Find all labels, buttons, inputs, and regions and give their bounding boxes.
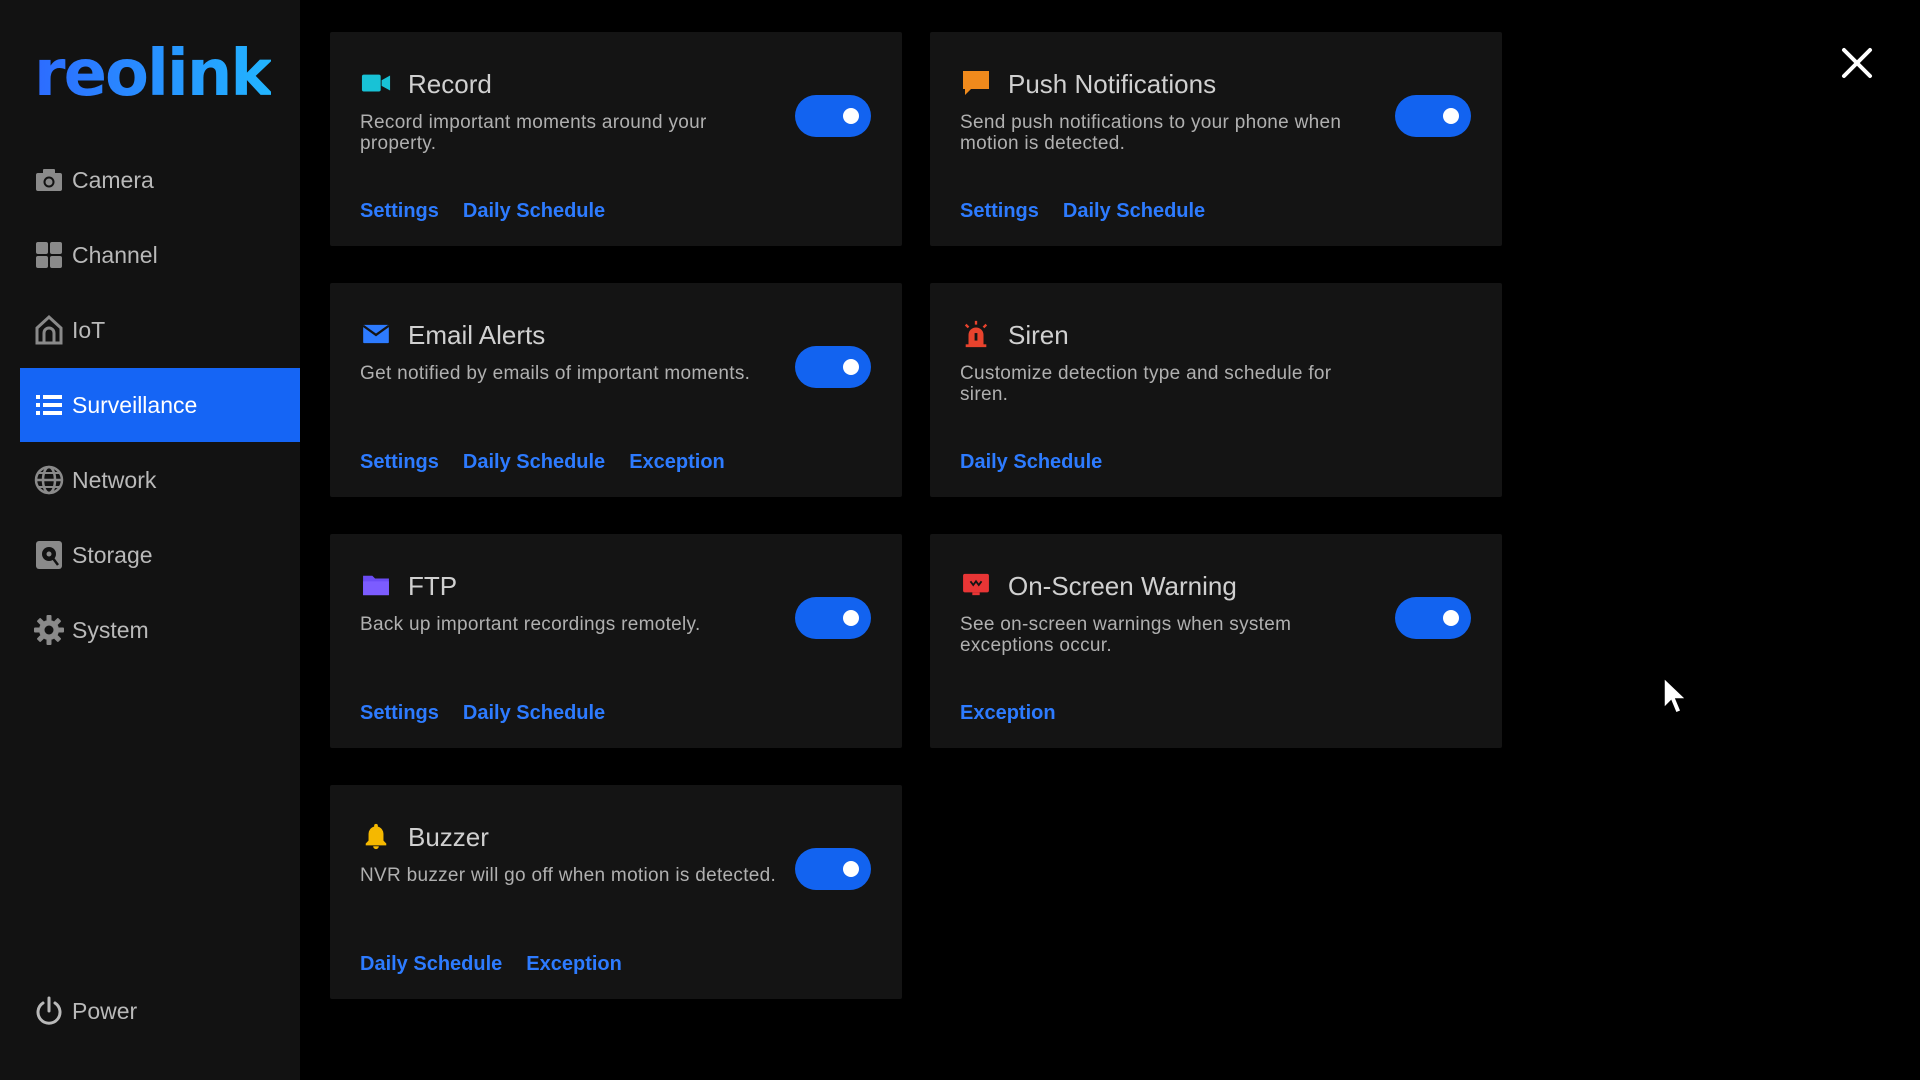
card-title: Siren [1008, 320, 1069, 350]
envelope-icon [361, 319, 391, 349]
sidebar-item-label: Storage [72, 541, 153, 568]
power-icon [32, 994, 66, 1028]
sidebar-item-system[interactable]: System [20, 593, 300, 667]
toggle-knob [843, 861, 859, 877]
storage-icon [32, 538, 66, 572]
card-title: FTP [408, 571, 458, 601]
settings-link[interactable]: Settings [360, 451, 439, 474]
card-description: Customize detection type and schedule fo… [960, 363, 1332, 405]
folder-icon [361, 570, 391, 600]
on-screen-warning-toggle[interactable] [1395, 597, 1471, 639]
card-links: Settings Daily Schedule Exception [360, 451, 725, 474]
sidebar-item-network[interactable]: Network [20, 443, 300, 517]
settings-link[interactable]: Settings [960, 200, 1039, 223]
card-title: Record [408, 69, 492, 99]
card-on-screen-warning: On-Screen Warning See on-screen warnings… [930, 534, 1502, 748]
card-links: Settings Daily Schedule [960, 200, 1205, 223]
power-label: Power [72, 997, 138, 1024]
card-ftp: FTP Back up important recordings remotel… [330, 534, 902, 748]
card-description: Get notified by emails of important mome… [360, 363, 751, 384]
card-buzzer: Buzzer NVR buzzer will go off when motio… [330, 785, 902, 999]
sidebar-nav: Camera Channel IoT Surveillance Network [20, 143, 300, 668]
sidebar-item-label: Channel [72, 241, 158, 268]
toggle-knob [843, 610, 859, 626]
sidebar: reolink Camera Channel IoT Surveillance [0, 0, 300, 1080]
siren-icon [961, 319, 991, 349]
card-siren: Siren Customize detection type and sched… [930, 283, 1502, 497]
daily-schedule-link[interactable]: Daily Schedule [463, 702, 605, 725]
card-links: Exception [960, 702, 1056, 725]
bell-icon [361, 821, 391, 851]
buzzer-toggle[interactable] [795, 848, 871, 890]
camera-icon [32, 163, 66, 197]
sidebar-item-label: Surveillance [72, 391, 198, 418]
channel-grid-icon [32, 238, 66, 272]
mouse-cursor-icon [1662, 676, 1688, 716]
daily-schedule-link[interactable]: Daily Schedule [463, 451, 605, 474]
close-button[interactable] [1840, 46, 1874, 80]
sidebar-item-surveillance[interactable]: Surveillance [20, 368, 300, 442]
sidebar-item-camera[interactable]: Camera [20, 143, 300, 217]
card-description: NVR buzzer will go off when motion is de… [360, 865, 777, 886]
card-description: See on-screen warnings when system excep… [960, 614, 1292, 656]
record-toggle[interactable] [795, 95, 871, 137]
globe-icon [32, 463, 66, 497]
daily-schedule-link[interactable]: Daily Schedule [463, 200, 605, 223]
ftp-toggle[interactable] [795, 597, 871, 639]
card-links: Daily Schedule Exception [360, 953, 622, 976]
warning-screen-icon [961, 570, 991, 600]
toggle-knob [843, 359, 859, 375]
reolink-logo: reolink [34, 42, 273, 106]
settings-link[interactable]: Settings [360, 200, 439, 223]
daily-schedule-link[interactable]: Daily Schedule [360, 953, 502, 976]
card-record: Record Record important moments around y… [330, 32, 902, 246]
exception-link[interactable]: Exception [960, 702, 1056, 725]
card-links: Daily Schedule [960, 451, 1102, 474]
chat-bubble-icon [961, 68, 991, 98]
card-email-alerts: Email Alerts Get notified by emails of i… [330, 283, 902, 497]
daily-schedule-link[interactable]: Daily Schedule [1063, 200, 1205, 223]
card-links: Settings Daily Schedule [360, 702, 605, 725]
toggle-knob [843, 108, 859, 124]
push-notifications-toggle[interactable] [1395, 95, 1471, 137]
card-title: Email Alerts [408, 320, 546, 350]
settings-link[interactable]: Settings [360, 702, 439, 725]
close-icon [1842, 48, 1872, 78]
sidebar-item-channel[interactable]: Channel [20, 218, 300, 292]
card-title: On-Screen Warning [1008, 571, 1237, 601]
email-alerts-toggle[interactable] [795, 346, 871, 388]
toggle-knob [1443, 108, 1459, 124]
card-description: Send push notifications to your phone wh… [960, 112, 1342, 154]
card-description: Record important moments around your pro… [360, 112, 707, 154]
gear-icon [32, 613, 66, 647]
list-icon [32, 388, 66, 422]
iot-home-icon [32, 313, 66, 347]
card-title: Push Notifications [1008, 69, 1217, 99]
card-push-notifications: Push Notifications Send push notificatio… [930, 32, 1502, 246]
card-links: Settings Daily Schedule [360, 200, 605, 223]
logo-text: reolink [34, 37, 273, 111]
sidebar-item-iot[interactable]: IoT [20, 293, 300, 367]
sidebar-item-label: Network [72, 466, 157, 493]
daily-schedule-link[interactable]: Daily Schedule [960, 451, 1102, 474]
toggle-knob [1443, 610, 1459, 626]
video-camera-icon [361, 68, 391, 98]
exception-link[interactable]: Exception [629, 451, 725, 474]
sidebar-item-label: Camera [72, 166, 154, 193]
power-button[interactable]: Power [32, 994, 137, 1028]
sidebar-item-storage[interactable]: Storage [20, 518, 300, 592]
card-description: Back up important recordings remotely. [360, 614, 701, 635]
sidebar-item-label: IoT [72, 316, 106, 343]
card-title: Buzzer [408, 822, 489, 852]
sidebar-item-label: System [72, 616, 149, 643]
exception-link[interactable]: Exception [526, 953, 622, 976]
